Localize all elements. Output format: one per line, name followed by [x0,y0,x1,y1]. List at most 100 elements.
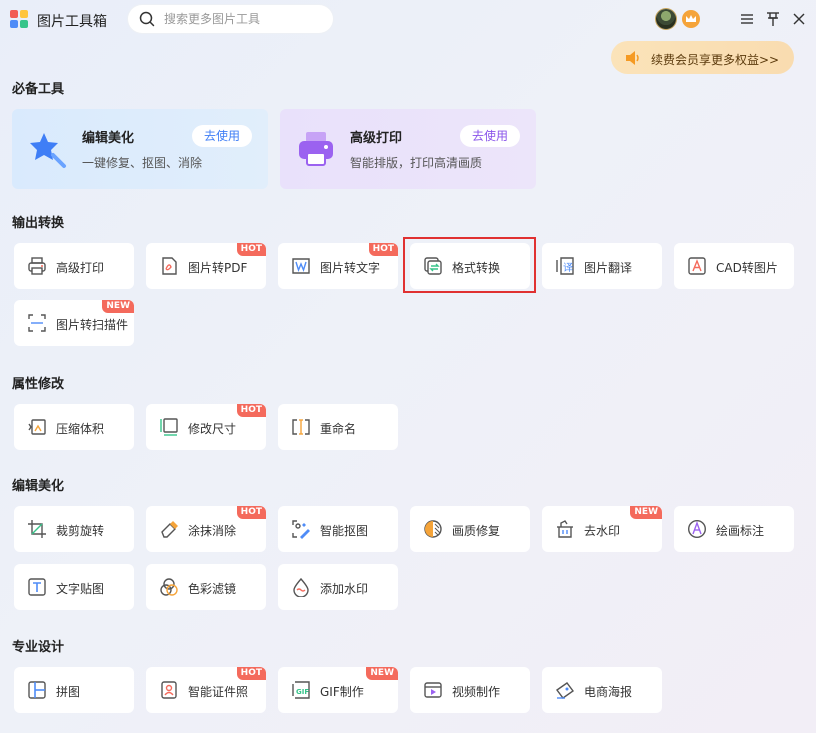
tool-label: 拼图 [56,685,81,699]
tool-label: 修改尺寸 [188,422,237,436]
printer-icon [28,257,46,275]
tool-label: 电商海报 [584,685,633,699]
title-bar: 图片工具箱 [0,0,816,40]
pdf-icon [162,257,177,275]
tool-id-photo[interactable]: 智能证件照 HOT [146,667,266,713]
use-button[interactable]: 去使用 [192,125,252,147]
tool-label: 重命名 [320,422,357,436]
card-desc: 一键修复、抠图、消除 [82,156,203,170]
app-title: 图片工具箱 [37,14,107,30]
speaker-icon [626,51,639,65]
tool-image-translate[interactable]: 译 图片翻译 [542,243,662,289]
tool-ecommerce-poster[interactable]: 电商海报 [542,667,662,713]
close-icon[interactable] [791,11,807,27]
tool-label: 智能证件照 [188,685,249,699]
collage-icon [28,681,46,699]
app-logo-icon [10,10,28,28]
tool-resize[interactable]: 修改尺寸 HOT [146,404,266,450]
tool-advanced-print[interactable]: 高级打印 [14,243,134,289]
tool-remove-watermark[interactable]: 去水印 NEW [542,506,662,552]
tool-compress[interactable]: 压缩体积 [14,404,134,450]
tool-label: 画质修复 [452,524,501,538]
tool-collage[interactable]: 拼图 [14,667,134,713]
search-input[interactable] [164,10,324,28]
hot-tag: HOT [368,243,398,256]
tool-label: 图片翻译 [584,261,633,275]
tool-crop-rotate[interactable]: 裁剪旋转 [14,506,134,552]
tool-label: 色彩滤镜 [188,582,237,596]
search-icon [139,11,155,27]
tool-label: 去水印 [584,524,621,538]
rename-icon [292,419,310,435]
tool-text-sticker[interactable]: 文字贴图 [14,564,134,610]
avatar[interactable] [656,9,676,29]
filter-icon [160,578,178,596]
tool-label: CAD转图片 [716,261,778,275]
tool-format-convert[interactable]: 格式转换 [410,243,530,289]
tool-label: 视频制作 [452,685,501,699]
new-tag: NEW [630,506,662,519]
vip-crown-icon[interactable] [682,10,700,28]
format-convert-icon [424,257,442,275]
tool-label: 绘画标注 [716,524,765,538]
scan-icon [28,314,46,332]
tool-label: 文字贴图 [56,582,105,596]
resize-icon [160,418,178,436]
tool-label: 图片转文字 [320,261,381,275]
gif-icon: GIF [292,681,310,699]
cutout-icon [292,520,310,539]
tool-label: 智能抠图 [320,524,369,538]
tool-image-to-scan[interactable]: 图片转扫描件 NEW [14,300,134,346]
tool-label: GIF制作 [320,685,364,699]
word-icon [292,258,310,274]
svg-text:译: 译 [563,262,573,274]
tool-image-to-pdf[interactable]: 图片转PDF HOT [146,243,266,289]
section-title-design: 专业设计 [12,640,65,655]
card-advanced-print[interactable]: 高级打印 智能排版，打印高清画质 去使用 [280,109,536,189]
new-tag: NEW [366,667,398,680]
promo-label: 续费会员享更多权益>> [651,53,780,67]
card-edit-beautify[interactable]: 编辑美化 一键修复、抠图、消除 去使用 [12,109,268,189]
eraser-icon [161,521,178,538]
section-title-essential: 必备工具 [12,82,65,97]
hot-tag: HOT [236,404,266,417]
tool-smart-cutout[interactable]: 智能抠图 [278,506,398,552]
tool-image-to-text[interactable]: 图片转文字 HOT [278,243,398,289]
tool-smear-erase[interactable]: 涂抹消除 HOT [146,506,266,552]
menu-icon[interactable] [739,11,755,27]
tool-add-watermark[interactable]: 添加水印 [278,564,398,610]
tool-label: 涂抹消除 [188,524,237,538]
video-icon [424,682,442,698]
section-title-edit: 编辑美化 [12,479,65,494]
tool-gif-maker[interactable]: GIF GIF制作 NEW [278,667,398,713]
tool-label: 图片转扫描件 [56,318,129,332]
tool-label: 格式转换 [452,261,501,275]
quality-icon [424,520,442,538]
pin-icon[interactable] [765,11,781,27]
search-box[interactable] [128,5,333,33]
tool-label: 高级打印 [56,261,105,275]
hot-tag: HOT [236,506,266,519]
watermark-remove-icon [557,520,573,538]
text-icon [28,578,46,596]
tool-rename[interactable]: 重命名 [278,404,398,450]
tool-color-filter[interactable]: 色彩滤镜 [146,564,266,610]
card-title: 高级打印 [350,131,403,146]
annotate-icon [687,519,707,539]
tool-video-maker[interactable]: 视频制作 [410,667,530,713]
card-title: 编辑美化 [82,131,135,146]
tool-draw-annotate[interactable]: 绘画标注 [674,506,794,552]
id-photo-icon [161,681,177,699]
star-wand-icon [30,133,66,168]
tool-quality-repair[interactable]: 画质修复 [410,506,530,552]
cad-icon [688,257,706,275]
new-tag: NEW [102,300,134,313]
compress-icon [28,419,46,435]
translate-icon: 译 [556,257,574,275]
promo-button[interactable]: 续费会员享更多权益>> [611,41,794,74]
tool-cad-to-image[interactable]: CAD转图片 [674,243,794,289]
hot-tag: HOT [236,243,266,256]
svg-text:GIF: GIF [296,688,309,696]
watermark-add-icon [293,577,309,597]
use-button[interactable]: 去使用 [460,125,520,147]
